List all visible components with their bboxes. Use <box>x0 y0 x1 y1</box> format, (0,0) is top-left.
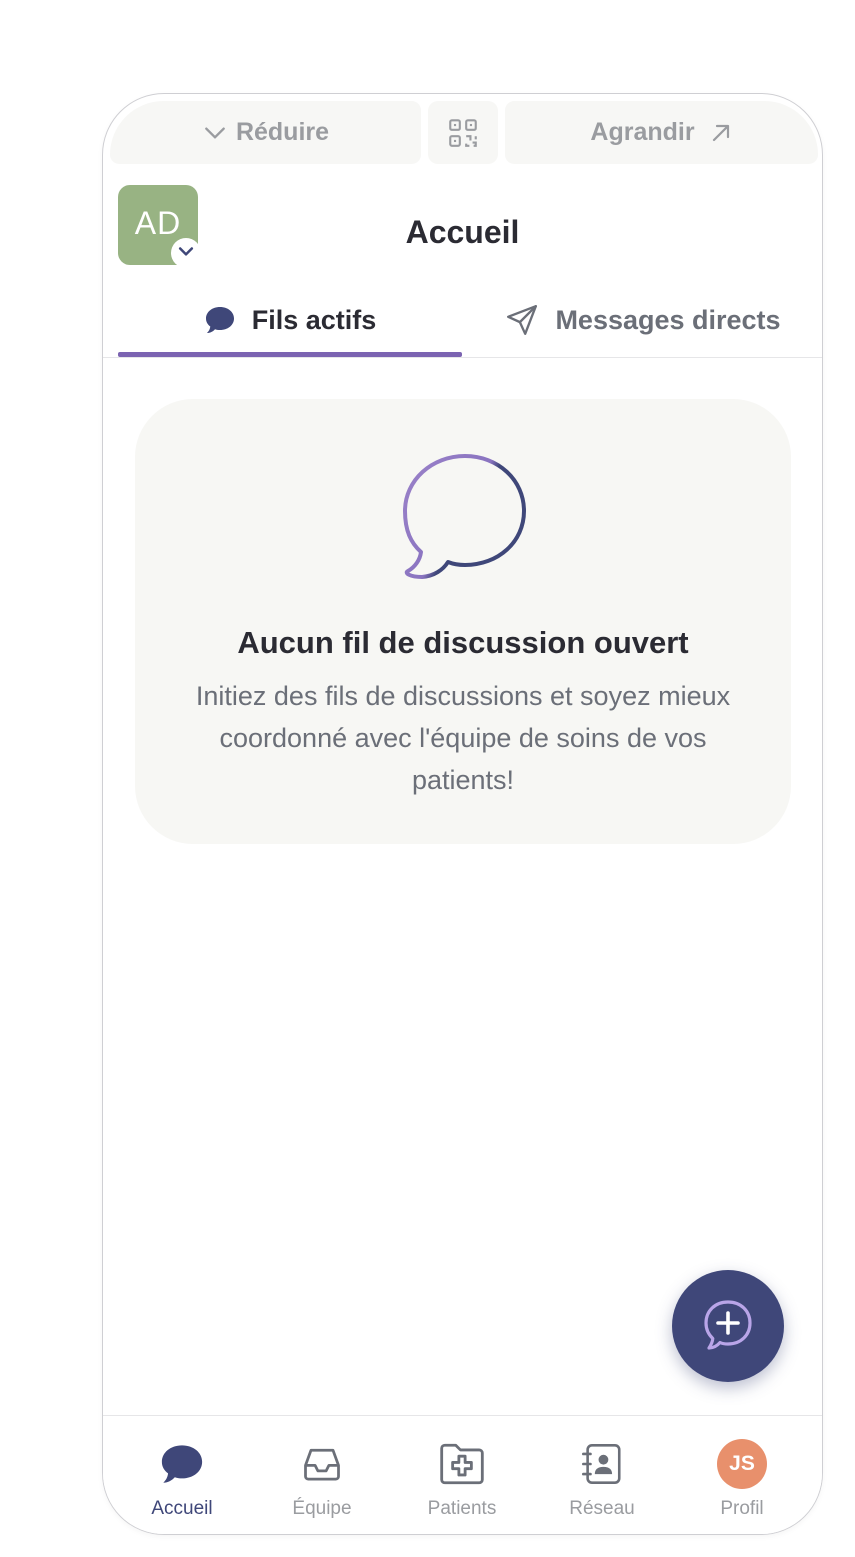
nav-patients[interactable]: Patients <box>392 1416 532 1534</box>
tab-bar: Fils actifs Messages directs <box>103 284 822 358</box>
tab-active-threads[interactable]: Fils actifs <box>118 284 462 356</box>
send-icon <box>505 303 539 337</box>
chat-bubble-icon <box>159 1440 205 1488</box>
contact-book-icon <box>579 1440 625 1488</box>
nav-team[interactable]: Équipe <box>252 1416 392 1534</box>
profile-avatar: JS <box>717 1439 767 1489</box>
tab-label: Messages directs <box>555 304 781 335</box>
reduce-button[interactable]: Réduire <box>110 101 421 164</box>
empty-state-title: Aucun fil de discussion ouvert <box>237 625 689 660</box>
speech-bubble-icon <box>398 451 532 590</box>
inbox-icon <box>300 1440 344 1488</box>
new-thread-button[interactable] <box>672 1270 784 1382</box>
tab-label: Fils actifs <box>251 304 377 335</box>
arrow-up-right-icon <box>709 121 733 145</box>
empty-state-description: Initiez des fils de discussions et soyez… <box>195 681 731 795</box>
bottom-navigation: Accueil Équipe Patients Réseau JS Profil <box>103 1415 822 1534</box>
phone-frame: Réduire Agrandir AD Accueil Fils actifs … <box>102 93 823 1535</box>
nav-label: Équipe <box>292 1498 352 1519</box>
reduce-label: Réduire <box>235 118 330 146</box>
page-title: Accueil <box>405 214 520 250</box>
nav-home[interactable]: Accueil <box>112 1416 252 1534</box>
nav-label: Patients <box>427 1498 497 1519</box>
qr-code-icon <box>446 116 480 150</box>
nav-label: Réseau <box>569 1498 635 1519</box>
tab-active-indicator <box>118 352 462 357</box>
profile-initials: JS <box>729 1452 755 1475</box>
nav-network[interactable]: Réseau <box>532 1416 672 1534</box>
nav-profile-icon-wrap: JS <box>717 1439 767 1489</box>
patient-folder-icon <box>437 1440 487 1488</box>
nav-profile[interactable]: JS Profil <box>672 1416 812 1534</box>
add-chat-icon <box>700 1296 756 1357</box>
nav-label: Accueil <box>151 1498 213 1519</box>
empty-state-card: Aucun fil de discussion ouvert Initiez d… <box>135 399 791 844</box>
qr-code-button[interactable] <box>428 101 498 164</box>
enlarge-label: Agrandir <box>590 118 695 146</box>
nav-label: Profil <box>720 1498 764 1519</box>
chat-bubble-icon <box>204 304 236 336</box>
window-controls: Réduire Agrandir <box>103 94 822 166</box>
chevron-down-icon <box>202 120 228 146</box>
enlarge-button[interactable]: Agrandir <box>505 101 818 164</box>
tab-direct-messages[interactable]: Messages directs <box>478 284 808 356</box>
